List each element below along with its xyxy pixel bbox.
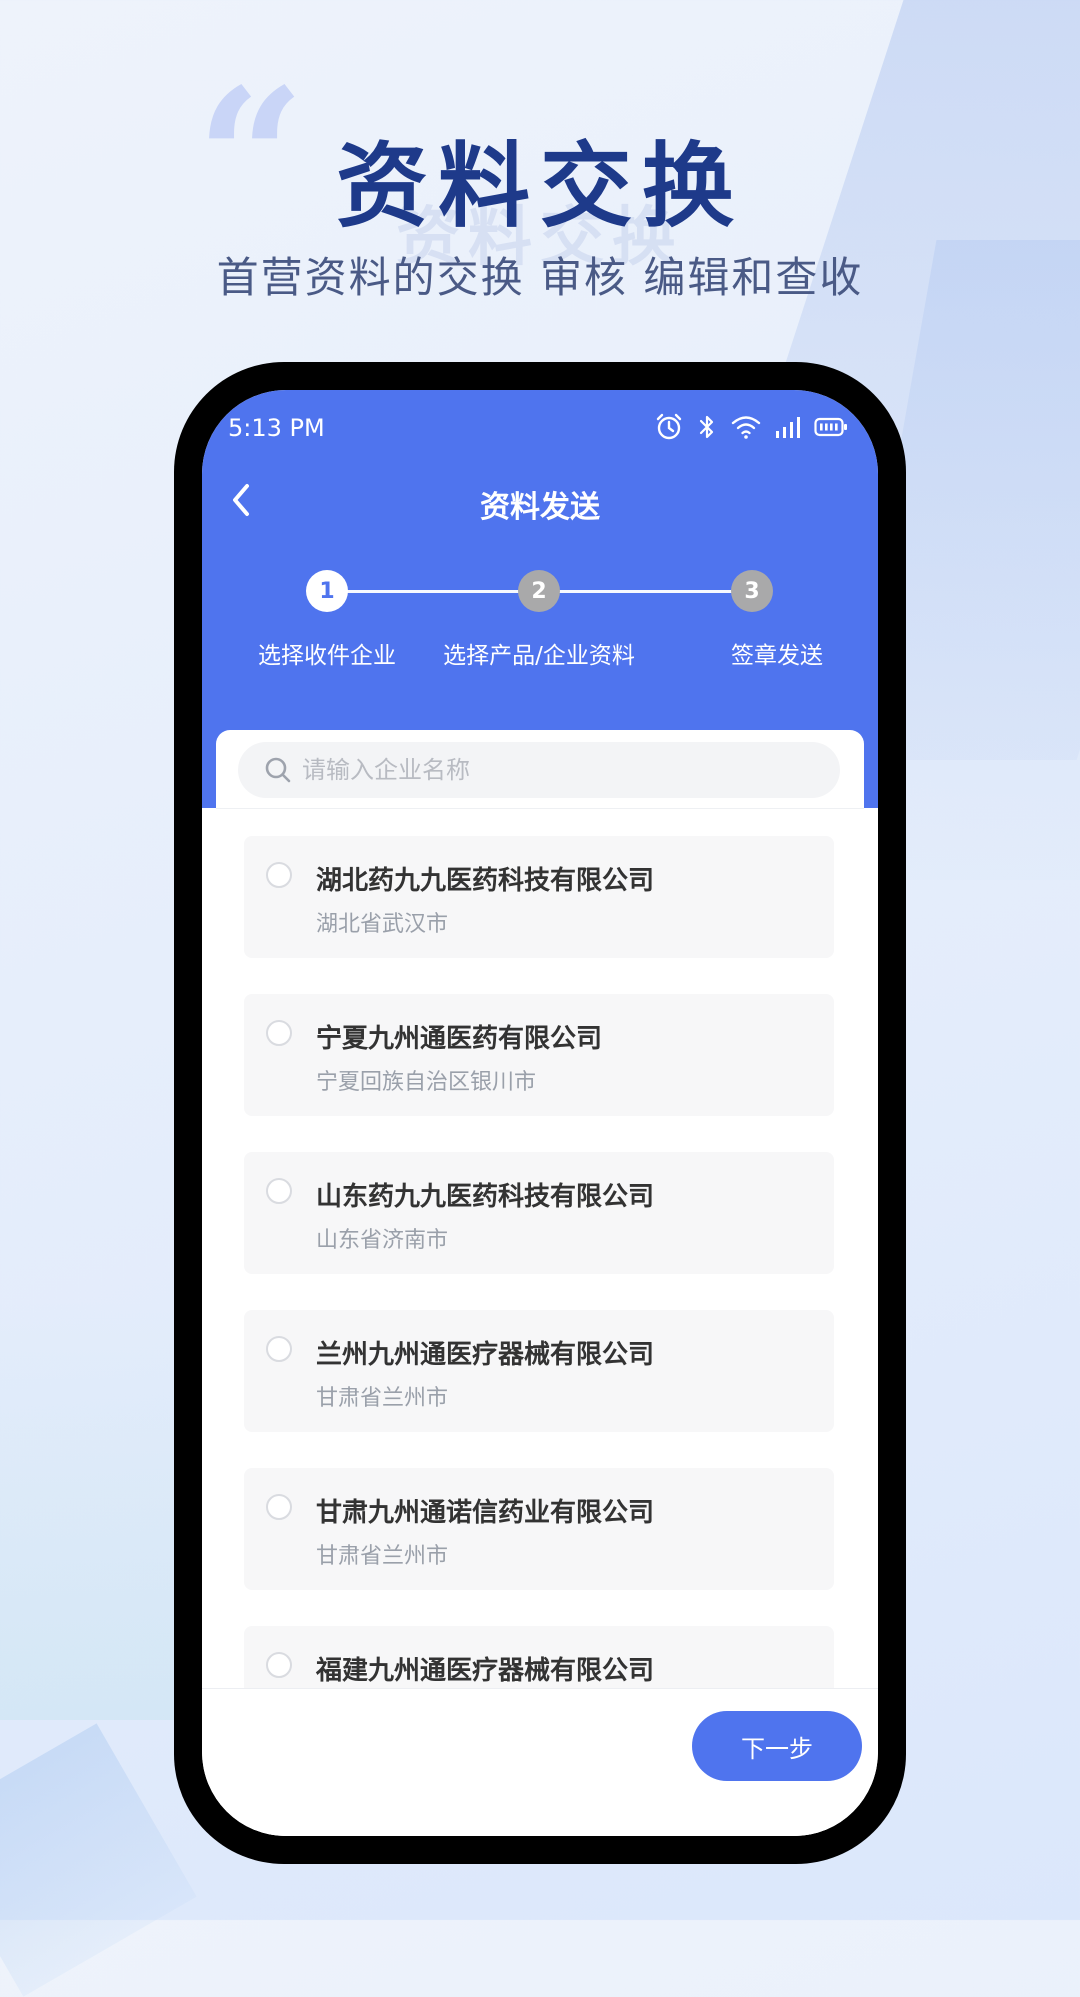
bottom-bar: 下一步 bbox=[202, 1688, 878, 1836]
company-region: 甘肃省兰州市 bbox=[316, 1544, 449, 1569]
stepper-line bbox=[557, 590, 733, 593]
alarm-icon bbox=[656, 413, 682, 440]
radio-button[interactable] bbox=[266, 1020, 292, 1046]
company-name: 福建九州通医疗器械有限公司 bbox=[316, 1656, 655, 1686]
radio-button[interactable] bbox=[266, 1336, 292, 1362]
company-region: 湖北省武汉市 bbox=[316, 912, 449, 937]
list-item[interactable]: 湖北药九九医药科技有限公司 湖北省武汉市 bbox=[244, 836, 834, 958]
bluetooth-icon bbox=[699, 415, 714, 439]
step-1-label: 选择收件企业 bbox=[258, 643, 396, 669]
radio-button[interactable] bbox=[266, 1494, 292, 1520]
search-input[interactable] bbox=[300, 755, 824, 785]
company-name: 兰州九州通医疗器械有限公司 bbox=[316, 1340, 655, 1370]
search-bar[interactable] bbox=[238, 742, 840, 798]
step-1-indicator: 1 bbox=[306, 570, 348, 612]
company-name: 甘肃九州通诺信药业有限公司 bbox=[316, 1498, 655, 1528]
divider bbox=[216, 808, 864, 809]
company-list-card: 湖北药九九医药科技有限公司 湖北省武汉市 宁夏九州通医药有限公司 宁夏回族自治区… bbox=[216, 730, 864, 1836]
signal-icon bbox=[776, 417, 800, 438]
list-item[interactable]: 宁夏九州通医药有限公司 宁夏回族自治区银川市 bbox=[244, 994, 834, 1116]
search-icon bbox=[265, 757, 291, 783]
company-region: 山东省济南市 bbox=[316, 1228, 449, 1253]
list-item[interactable]: 山东药九九医药科技有限公司 山东省济南市 bbox=[244, 1152, 834, 1274]
wifi-icon bbox=[731, 416, 761, 439]
step-2-label: 选择产品/企业资料 bbox=[443, 643, 635, 669]
status-icons bbox=[654, 412, 848, 442]
next-step-button[interactable]: 下一步 bbox=[692, 1711, 862, 1781]
background-plane bbox=[0, 1300, 180, 1720]
radio-button[interactable] bbox=[266, 1178, 292, 1204]
battery-icon bbox=[814, 417, 847, 437]
hero-subtitle: 首营资料的交换 审核 编辑和查收 bbox=[216, 253, 864, 302]
step-2-indicator: 2 bbox=[518, 570, 560, 612]
radio-button[interactable] bbox=[266, 862, 292, 888]
stepper-line bbox=[345, 590, 521, 593]
phone-screen: 5:13 PM 资料发送 1 2 3 选择收件企业 选择产品/企业资料 签章发送… bbox=[202, 390, 878, 1836]
company-name: 山东药九九医药科技有限公司 bbox=[316, 1182, 655, 1212]
list-item[interactable]: 甘肃九州通诺信药业有限公司 甘肃省兰州市 bbox=[244, 1468, 834, 1590]
hero-title: 资料交换 bbox=[335, 133, 744, 240]
company-name: 湖北药九九医药科技有限公司 bbox=[316, 866, 655, 896]
step-3-indicator: 3 bbox=[731, 570, 773, 612]
page-title: 资料发送 bbox=[480, 490, 600, 525]
company-region: 甘肃省兰州市 bbox=[316, 1386, 449, 1411]
step-3-label: 签章发送 bbox=[731, 643, 823, 669]
phone-frame: 5:13 PM 资料发送 1 2 3 选择收件企业 选择产品/企业资料 签章发送… bbox=[174, 362, 906, 1864]
status-time: 5:13 PM bbox=[228, 414, 325, 442]
company-region: 宁夏回族自治区银川市 bbox=[316, 1070, 537, 1095]
company-name: 宁夏九州通医药有限公司 bbox=[316, 1024, 603, 1054]
company-list: 湖北药九九医药科技有限公司 湖北省武汉市 宁夏九州通医药有限公司 宁夏回族自治区… bbox=[244, 836, 834, 1784]
list-item[interactable]: 兰州九州通医疗器械有限公司 甘肃省兰州市 bbox=[244, 1310, 834, 1432]
radio-button[interactable] bbox=[266, 1652, 292, 1678]
background-plane bbox=[0, 1723, 197, 1997]
